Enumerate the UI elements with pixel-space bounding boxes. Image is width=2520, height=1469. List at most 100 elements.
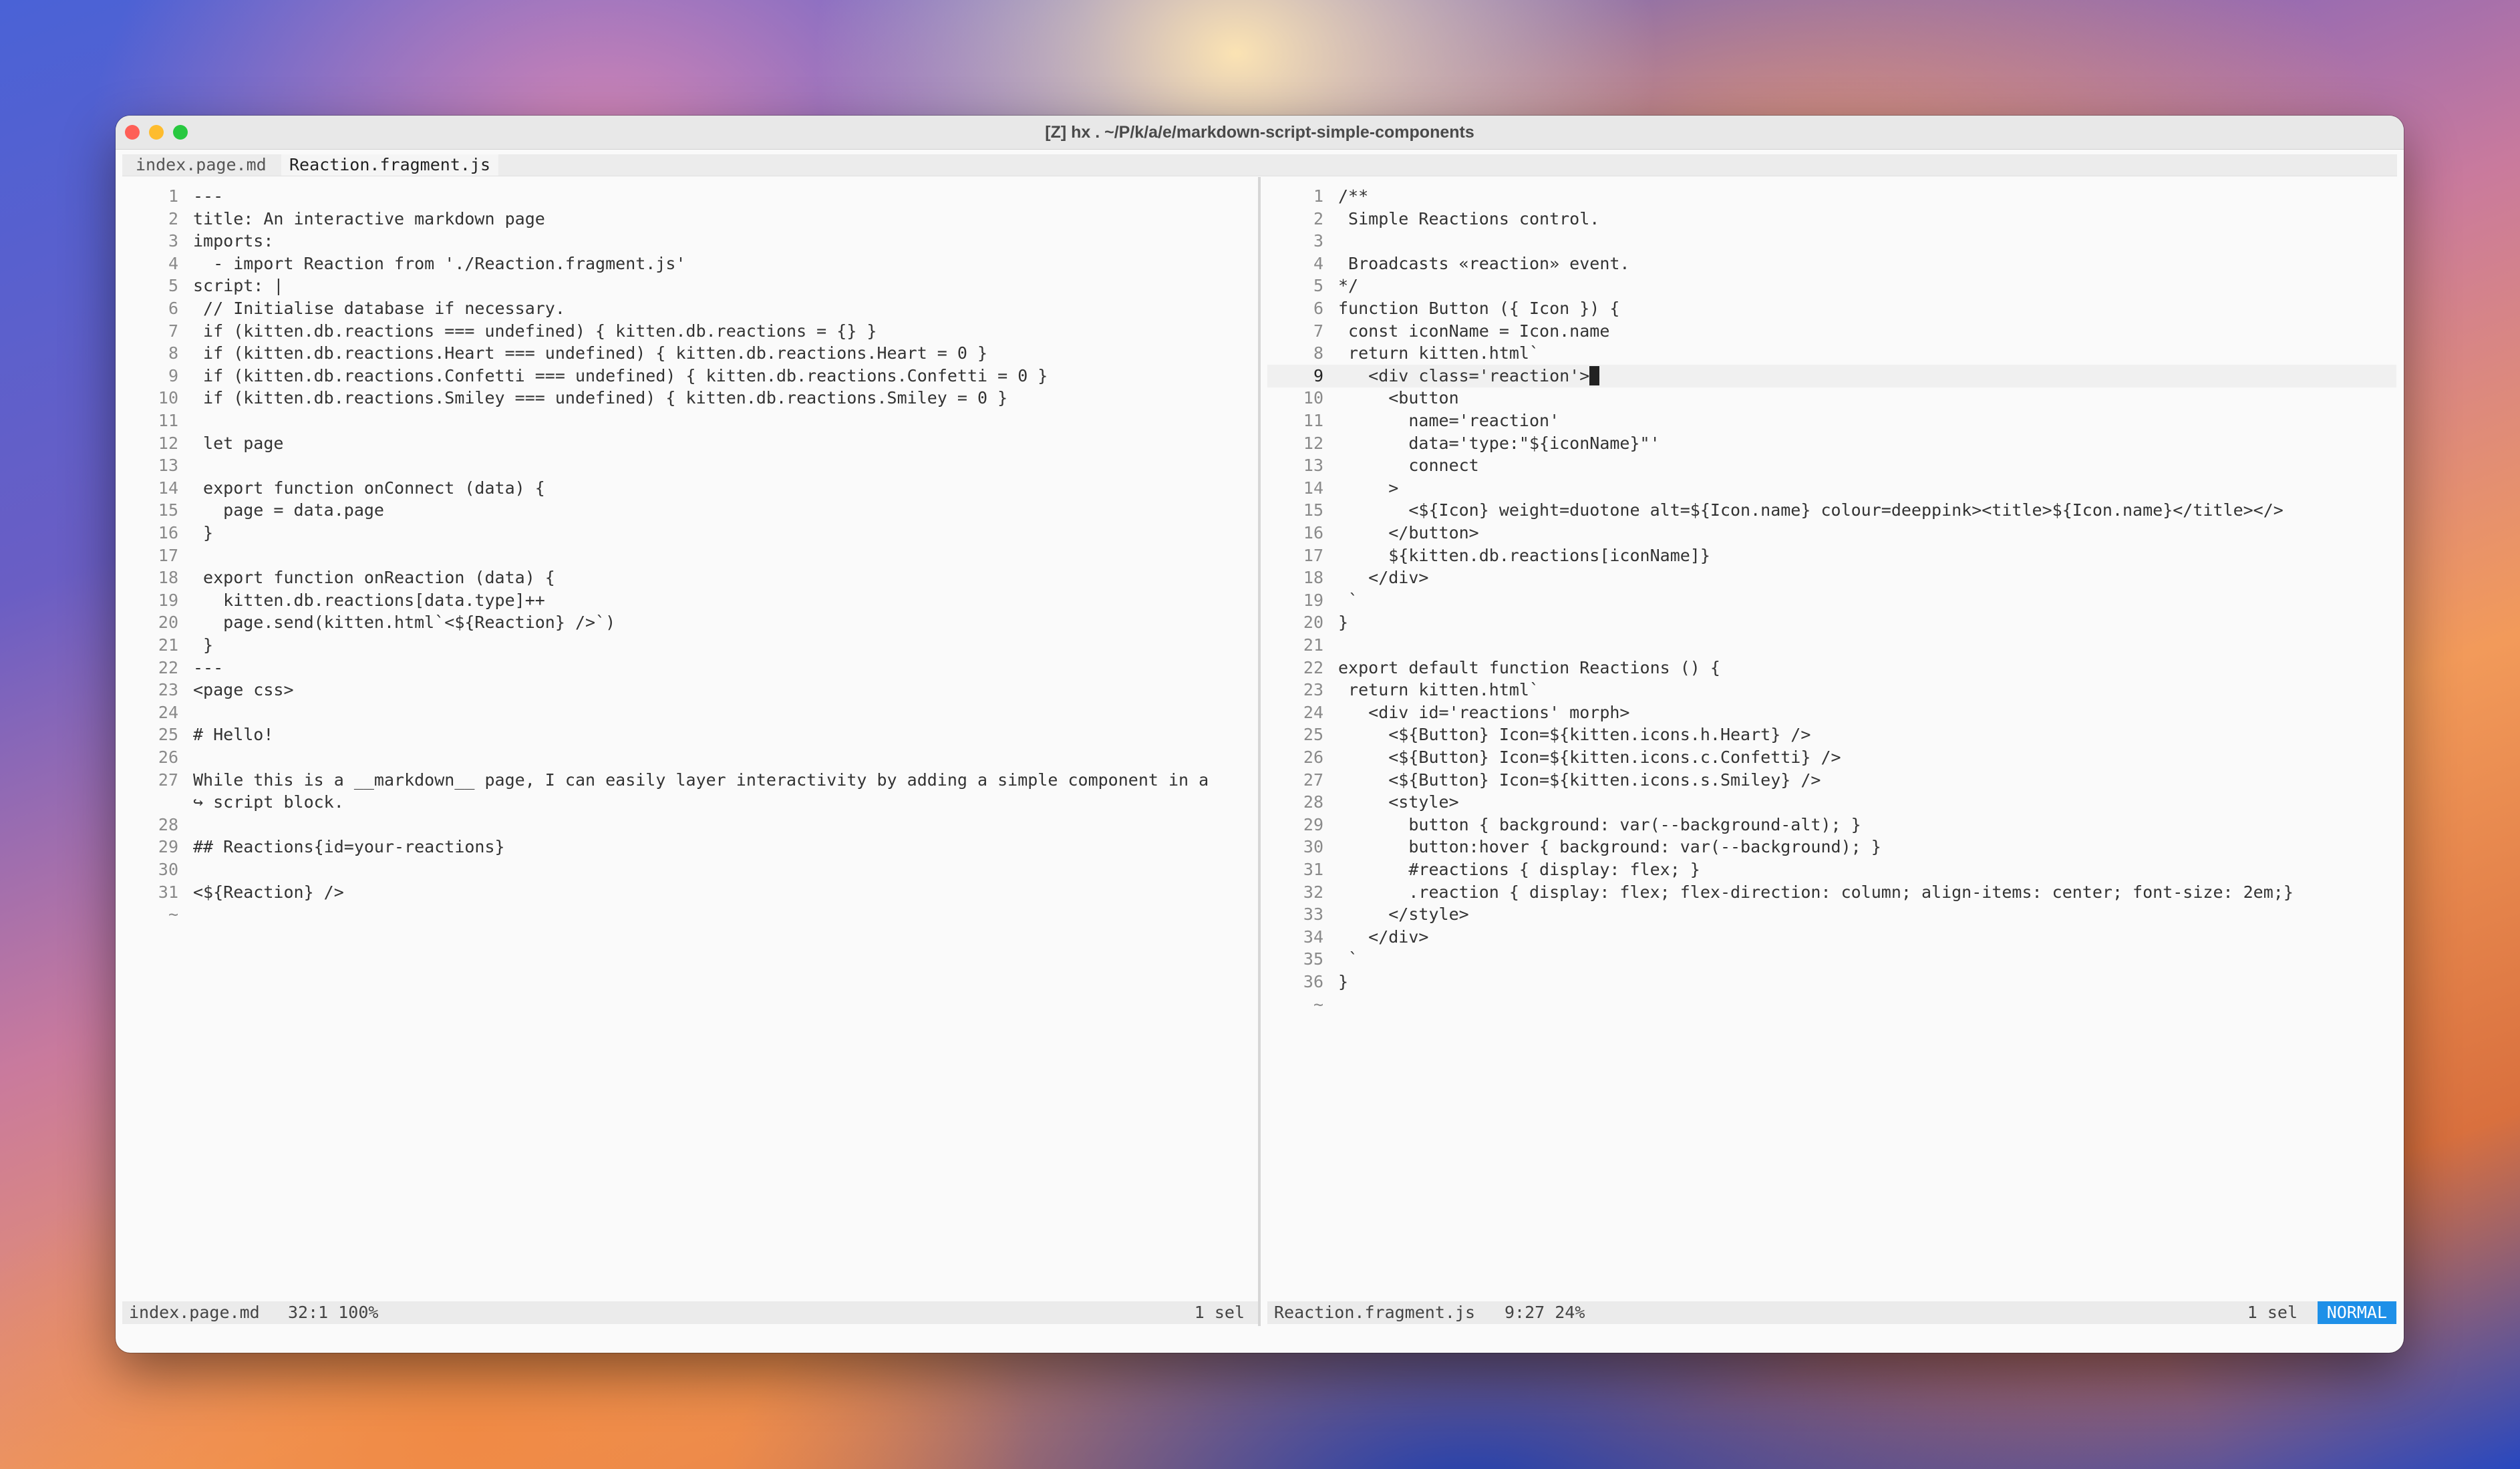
code-text[interactable]: </div>: [1338, 926, 1428, 949]
code-text[interactable]: return kitten.html`: [1338, 679, 1539, 701]
code-text[interactable]: .reaction { display: flex; flex-directio…: [1338, 881, 2294, 904]
code-line[interactable]: 8 return kitten.html`: [1267, 342, 2396, 365]
code-line[interactable]: 28 <style>: [1267, 791, 2396, 814]
code-line[interactable]: 17 ${kitten.db.reactions[iconName]}: [1267, 544, 2396, 567]
code-line[interactable]: 25 # Hello!: [122, 723, 1258, 746]
code-line[interactable]: 13: [122, 454, 1258, 477]
code-text[interactable]: </button>: [1338, 522, 1478, 544]
code-line[interactable]: 31 <${Reaction} />: [122, 881, 1258, 904]
code-line[interactable]: 19 kitten.db.reactions[data.type]++: [122, 589, 1258, 612]
code-line[interactable]: 27 <${Button} Icon=${kitten.icons.s.Smil…: [1267, 769, 2396, 792]
code-line[interactable]: 31 #reactions { display: flex; }: [1267, 858, 2396, 881]
code-line[interactable]: 27 While this is a __markdown__ page, I c…: [122, 769, 1258, 792]
code-line[interactable]: 25 <${Button} Icon=${kitten.icons.h.Hear…: [1267, 723, 2396, 746]
code-text[interactable]: <${Reaction} />: [193, 881, 344, 904]
code-line[interactable]: 11: [122, 410, 1258, 432]
code-text[interactable]: `: [1338, 948, 1358, 971]
code-text[interactable]: # Hello!: [193, 723, 273, 746]
code-text[interactable]: name='reaction': [1338, 410, 1559, 432]
code-line[interactable]: 6 // Initialise database if necessary.: [122, 297, 1258, 320]
code-text[interactable]: <${Button} Icon=${kitten.icons.h.Heart} …: [1338, 723, 1810, 746]
code-text[interactable]: title: An interactive markdown page: [193, 208, 545, 230]
code-line[interactable]: 19 `: [1267, 589, 2396, 612]
code-text[interactable]: <${Icon} weight=duotone alt=${Icon.name}…: [1338, 499, 2283, 522]
code-line[interactable]: 9 <div class='reaction'>: [1267, 364, 2396, 387]
code-text[interactable]: export function onReaction (data) {: [193, 566, 555, 589]
code-line[interactable]: 2 Simple Reactions control.: [1267, 208, 2396, 230]
code-line[interactable]: ~: [122, 903, 1258, 926]
code-line[interactable]: 15 <${Icon} weight=duotone alt=${Icon.na…: [1267, 499, 2396, 522]
code-text[interactable]: </div>: [1338, 566, 1428, 589]
code-line[interactable]: 4 - import Reaction from './Reaction.fra…: [122, 253, 1258, 275]
tab-reaction-fragment-js[interactable]: Reaction.fragment.js: [281, 154, 499, 176]
code-text[interactable]: }: [193, 634, 213, 657]
split-divider[interactable]: [1258, 177, 1261, 1326]
code-text[interactable]: ## Reactions{id=your-reactions}: [193, 836, 505, 858]
code-line[interactable]: 3: [1267, 230, 2396, 253]
code-line[interactable]: 20 page.send(kitten.html`<${Reaction} />…: [122, 611, 1258, 634]
code-line[interactable]: 9 if (kitten.db.reactions.Confetti === u…: [122, 365, 1258, 387]
code-line[interactable]: 12 let page: [122, 432, 1258, 455]
code-text[interactable]: #reactions { display: flex; }: [1338, 858, 1700, 881]
code-line[interactable]: 35 `: [1267, 948, 2396, 971]
code-line[interactable]: 14 >: [1267, 477, 2396, 500]
code-line[interactable]: ~: [1267, 993, 2396, 1016]
code-line[interactable]: 5 */: [1267, 275, 2396, 297]
code-text[interactable]: ↪ script block.: [193, 791, 344, 814]
code-line[interactable]: 26 <${Button} Icon=${kitten.icons.c.Conf…: [1267, 746, 2396, 769]
code-text[interactable]: if (kitten.db.reactions.Confetti === und…: [193, 365, 1048, 387]
code-text[interactable]: ---: [193, 657, 223, 679]
title-bar[interactable]: [Z] hx . ~/P/k/a/e/markdown-script-simpl…: [116, 116, 2404, 150]
code-line[interactable]: 22 export default function Reactions () {: [1267, 657, 2396, 679]
code-line[interactable]: 12 data='type:"${iconName}"': [1267, 432, 2396, 455]
code-text[interactable]: <page css>: [193, 679, 294, 701]
code-text[interactable]: page.send(kitten.html`<${Reaction} />`): [193, 611, 615, 634]
code-line[interactable]: 13 connect: [1267, 454, 2396, 477]
code-line[interactable]: 28: [122, 814, 1258, 836]
code-text[interactable]: - import Reaction from './Reaction.fragm…: [193, 253, 685, 275]
code-line[interactable]: 34 </div>: [1267, 926, 2396, 949]
code-line[interactable]: 7 if (kitten.db.reactions === undefined)…: [122, 320, 1258, 343]
tab-index-page-md[interactable]: index.page.md: [128, 154, 275, 176]
code-line[interactable]: 29 button { background: var(--background…: [1267, 814, 2396, 836]
code-line[interactable]: 24: [122, 701, 1258, 724]
code-line[interactable]: 23 return kitten.html`: [1267, 679, 2396, 701]
code-text[interactable]: Broadcasts «reaction» event.: [1338, 253, 1629, 275]
code-text[interactable]: if (kitten.db.reactions === undefined) {…: [193, 320, 877, 343]
code-text[interactable]: `: [1338, 589, 1358, 612]
code-text[interactable]: function Button ({ Icon }) {: [1338, 297, 1619, 320]
code-text[interactable]: While this is a __markdown__ page, I can…: [193, 769, 1209, 792]
code-line[interactable]: 21 }: [122, 634, 1258, 657]
code-line[interactable]: 24 <div id='reactions' morph>: [1267, 701, 2396, 724]
code-line[interactable]: 16 }: [122, 522, 1258, 544]
code-line[interactable]: 33 </style>: [1267, 903, 2396, 926]
code-text[interactable]: </style>: [1338, 903, 1468, 926]
code-line[interactable]: 14 export function onConnect (data) {: [122, 477, 1258, 500]
code-text[interactable]: data='type:"${iconName}"': [1338, 432, 1660, 455]
code-text[interactable]: /**: [1338, 185, 1368, 208]
code-text[interactable]: <style>: [1338, 791, 1458, 814]
code-line[interactable]: 22 ---: [122, 657, 1258, 679]
code-line[interactable]: 1 /**: [1267, 185, 2396, 208]
code-text[interactable]: <${Button} Icon=${kitten.icons.s.Smiley}…: [1338, 769, 1821, 792]
code-text[interactable]: return kitten.html`: [1338, 342, 1539, 365]
code-line[interactable]: 30: [122, 858, 1258, 881]
code-line[interactable]: 10 <button: [1267, 387, 2396, 410]
code-text[interactable]: >: [1338, 477, 1398, 500]
code-text[interactable]: page = data.page: [193, 499, 384, 522]
code-text[interactable]: let page: [193, 432, 283, 455]
code-text[interactable]: kitten.db.reactions[data.type]++: [193, 589, 545, 612]
code-line[interactable]: 2 title: An interactive markdown page: [122, 208, 1258, 230]
code-text[interactable]: }: [1338, 611, 1348, 634]
code-text[interactable]: }: [1338, 971, 1348, 993]
code-line[interactable]: 8 if (kitten.db.reactions.Heart === unde…: [122, 342, 1258, 365]
code-text[interactable]: connect: [1338, 454, 1478, 477]
code-line[interactable]: 6 function Button ({ Icon }) {: [1267, 297, 2396, 320]
code-line[interactable]: 1 ---: [122, 185, 1258, 208]
code-line[interactable]: 7 const iconName = Icon.name: [1267, 320, 2396, 343]
code-text[interactable]: button { background: var(--background-al…: [1338, 814, 1861, 836]
code-text[interactable]: script: |: [193, 275, 283, 297]
code-line[interactable]: 26: [122, 746, 1258, 769]
code-text[interactable]: }: [193, 522, 213, 544]
code-line[interactable]: ↪ script block.: [122, 791, 1258, 814]
